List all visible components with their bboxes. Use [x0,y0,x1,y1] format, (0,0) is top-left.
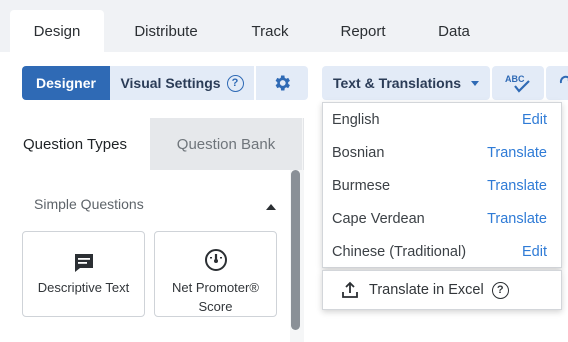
language-row: Bosnian Translate [323,136,563,169]
chevron-up-icon[interactable] [266,204,276,210]
language-row: English Edit [323,103,563,136]
question-card-net-promoter[interactable]: Net Promoter® Score [154,231,277,317]
comment-icon-wrap [23,252,144,274]
settings-button[interactable] [256,66,308,100]
language-name: Chinese (Traditional) [332,243,467,260]
tab-data[interactable]: Data [422,10,486,52]
translate-link[interactable]: Translate [487,145,547,161]
language-name: Bosnian [332,144,385,161]
text-translations-label: Text & Translations [332,75,462,91]
card-label-line1: Net Promoter® [172,280,259,295]
language-row: Burmese Translate [323,169,563,202]
upload-icon [342,281,358,298]
translate-in-excel-button[interactable]: Translate in Excel ? [322,270,562,310]
top-nav: Design Distribute Track Report Data [0,0,568,52]
question-panel: Question Types Question Bank Simple Ques… [0,118,304,342]
comment-icon [74,254,93,272]
tab-question-bank[interactable]: Question Bank [150,118,302,170]
tab-question-types[interactable]: Question Types [0,118,150,170]
spell-check-button[interactable]: ABC [492,66,544,100]
edit-link[interactable]: Edit [522,244,547,260]
gauge-icon-wrap [155,248,276,272]
language-dropdown: English Edit Bosnian Translate Burmese T… [322,102,562,268]
help-icon[interactable]: ? [226,74,244,92]
scrollbar-thumb[interactable] [291,170,300,330]
tab-design[interactable]: Design [10,10,104,52]
visual-settings-label: Visual Settings [120,75,221,91]
question-card-descriptive-text[interactable]: Descriptive Text [22,231,145,317]
language-name: Burmese [332,177,391,194]
section-title: Simple Questions [34,196,144,212]
designer-label: Designer [36,75,96,91]
visual-settings-button[interactable]: Visual Settings ? [110,66,254,100]
sync-icon [559,75,568,84]
spellcheck-text: ABC [505,74,525,84]
text-translations-button[interactable]: Text & Translations [322,66,490,100]
gauge-icon [204,249,227,271]
language-row: Cape Verdean Translate [323,202,563,235]
chevron-down-icon [471,80,480,86]
language-name: English [332,111,380,128]
tab-track[interactable]: Track [236,10,304,52]
language-row: Chinese (Traditional) Edit [323,235,563,268]
translate-link[interactable]: Translate [487,178,547,194]
language-name: Cape Verdean [332,210,425,227]
edit-link[interactable]: Edit [522,112,547,128]
designer-button[interactable]: Designer [22,66,110,100]
more-tools-button[interactable] [546,66,568,100]
tab-report[interactable]: Report [326,10,400,52]
question-list: Simple Questions Descriptive Text Net Pr… [0,170,290,342]
gear-icon [275,75,290,91]
translate-in-excel-label: Translate in Excel [369,282,484,298]
translate-link[interactable]: Translate [487,211,547,227]
spellcheck-icon: ABC [505,74,530,93]
card-label-line2: Score [198,299,233,314]
help-icon[interactable]: ? [491,281,509,299]
card-label: Descriptive Text [37,280,130,295]
tab-distribute[interactable]: Distribute [118,10,214,52]
